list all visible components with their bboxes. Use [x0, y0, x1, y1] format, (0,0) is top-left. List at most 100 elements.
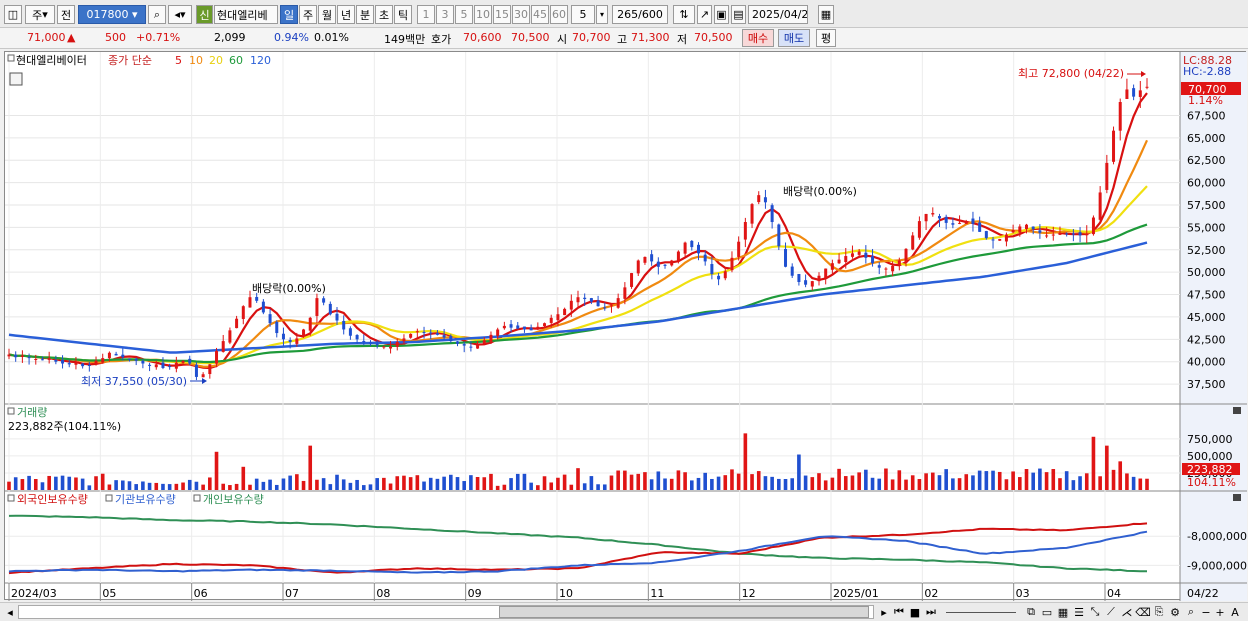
market-select[interactable]: 주 ▾: [25, 5, 55, 24]
minute-tab-30[interactable]: 30: [512, 5, 530, 24]
volume-close-icon[interactable]: [1233, 407, 1241, 414]
volume-bar: [80, 478, 85, 490]
minute-tab-60[interactable]: 60: [550, 5, 568, 24]
ma-period-10[interactable]: 10: [189, 54, 203, 67]
code-input[interactable]: 017800 ▾: [78, 5, 146, 24]
scope-select[interactable]: 전: [57, 5, 75, 24]
buy-button[interactable]: 매수: [742, 29, 774, 47]
minute-tab-3[interactable]: 3: [436, 5, 454, 24]
period-tab-0[interactable]: 일: [280, 5, 298, 24]
list-icon[interactable]: ☰: [1072, 604, 1086, 620]
grid-icon[interactable]: ▦: [1056, 604, 1070, 620]
even-button[interactable]: 평: [816, 29, 836, 47]
calendar-icon[interactable]: ▦: [818, 5, 834, 24]
chart-title[interactable]: 현대엘리베이터: [16, 54, 87, 67]
last-page-icon[interactable]: ⏭: [924, 604, 938, 620]
period-tab-2[interactable]: 월: [318, 5, 336, 24]
zoom-slider[interactable]: [946, 604, 1016, 613]
institution-holdings-label[interactable]: 기관보유수량: [115, 493, 176, 506]
x-right-label: 04/22: [1187, 587, 1219, 600]
ma-period-120[interactable]: 120: [250, 54, 271, 67]
search-icon[interactable]: ⌕: [148, 5, 166, 24]
volume-bar: [582, 483, 587, 490]
compare-icon[interactable]: ⇅: [673, 5, 695, 24]
chart-menu-icon[interactable]: ◫: [4, 5, 22, 24]
bid-label: 호가: [431, 33, 452, 46]
horizontal-scrollbar[interactable]: [18, 605, 874, 619]
price-tick-label: 57,500: [1187, 199, 1226, 212]
ma-period-5[interactable]: 5: [175, 54, 182, 67]
speaker-icon[interactable]: ◂▾: [168, 5, 192, 24]
volume-bar: [562, 474, 567, 490]
scroll-left-icon[interactable]: ◂: [4, 604, 16, 620]
candle-body: [971, 218, 975, 224]
volume-bar: [335, 474, 339, 490]
volume-bar: [315, 479, 319, 490]
foreign-holdings-label[interactable]: 외국인보유수량: [17, 493, 88, 506]
minute-tab-15[interactable]: 15: [493, 5, 511, 24]
stock-chart[interactable]: 750,000500,000250,000 -8,000,000-9,000,0…: [5, 52, 1247, 601]
candle-body: [770, 205, 774, 223]
price-tick-label: 40,000: [1187, 356, 1226, 369]
candle-body: [797, 273, 801, 283]
period-tab-5[interactable]: 초: [375, 5, 393, 24]
individual-holdings-label[interactable]: 개인보유수량: [203, 493, 264, 506]
candle-body: [556, 314, 560, 321]
ma-period-60[interactable]: 60: [229, 54, 243, 67]
volume-title[interactable]: 거래량: [17, 406, 47, 419]
count-input[interactable]: 265/600: [612, 5, 668, 24]
period-tab-4[interactable]: 분: [356, 5, 374, 24]
scroll-right-icon[interactable]: ▸: [878, 604, 890, 620]
chart-panel[interactable]: 750,000500,000250,000 -8,000,000-9,000,0…: [4, 51, 1247, 601]
eraser-icon[interactable]: ⌫: [1135, 604, 1151, 620]
window-icon[interactable]: ▭: [1040, 604, 1054, 620]
cursor-icon[interactable]: ↗: [697, 5, 712, 24]
fibo-tool-icon[interactable]: ⋌: [1120, 604, 1134, 620]
ma-period-20[interactable]: 20: [209, 54, 223, 67]
text-tool-icon[interactable]: A: [1228, 604, 1242, 620]
volume-bar: [951, 478, 955, 490]
volume-bar: [549, 482, 554, 490]
holdings-box-icon: [105, 494, 113, 502]
volume-bar: [1131, 476, 1136, 490]
scrollbar-thumb[interactable]: [499, 606, 869, 618]
date-input[interactable]: 2025/04/22: [748, 5, 808, 24]
period-tab-1[interactable]: 주: [299, 5, 317, 24]
minute-tab-1[interactable]: 1: [417, 5, 435, 24]
volume-bar: [194, 481, 199, 490]
minute-tab-5[interactable]: 5: [455, 5, 473, 24]
layout-icon[interactable]: ⧉: [1024, 604, 1038, 620]
stop-icon[interactable]: ■: [908, 604, 922, 620]
stock-name[interactable]: 현대엘리베: [214, 5, 278, 24]
settings-icon[interactable]: ⚙: [1168, 604, 1182, 620]
sell-button[interactable]: 매도: [778, 29, 810, 47]
candle-body: [402, 338, 406, 342]
minute-tab-45[interactable]: 45: [531, 5, 549, 24]
minute-tab-10[interactable]: 10: [474, 5, 492, 24]
indicator-table-icon[interactable]: [9, 72, 23, 86]
interval-dropdown-icon[interactable]: ▾: [596, 5, 608, 24]
zoom-out-icon[interactable]: −: [1200, 604, 1212, 620]
volume-bar: [341, 479, 346, 490]
volume-bar: [1071, 480, 1076, 490]
candle-body: [1031, 226, 1035, 230]
line-tool-icon[interactable]: ⟋: [1104, 604, 1118, 620]
holdings-close-icon[interactable]: [1233, 494, 1241, 501]
save-icon[interactable]: ▣: [714, 5, 729, 24]
zoom-search-icon[interactable]: ⌕: [1184, 604, 1198, 620]
volume-bar: [1038, 468, 1042, 490]
first-page-icon[interactable]: ⏮: [892, 604, 906, 620]
interval-select[interactable]: 5: [571, 5, 595, 24]
bid-value: 70,600: [463, 31, 502, 44]
candle-body: [643, 256, 647, 263]
print-icon[interactable]: ▤: [731, 5, 746, 24]
zoom-in-icon[interactable]: +: [1214, 604, 1226, 620]
period-tab-3[interactable]: 년: [337, 5, 355, 24]
candle-body: [375, 344, 379, 346]
copy-icon[interactable]: ⎘: [1152, 604, 1166, 620]
ma-label[interactable]: 종가 단순: [108, 54, 152, 67]
candle-body: [141, 360, 145, 364]
trend-tool-icon[interactable]: ⤡: [1088, 604, 1102, 620]
period-tab-6[interactable]: 틱: [394, 5, 412, 24]
volume-bar: [295, 474, 299, 490]
